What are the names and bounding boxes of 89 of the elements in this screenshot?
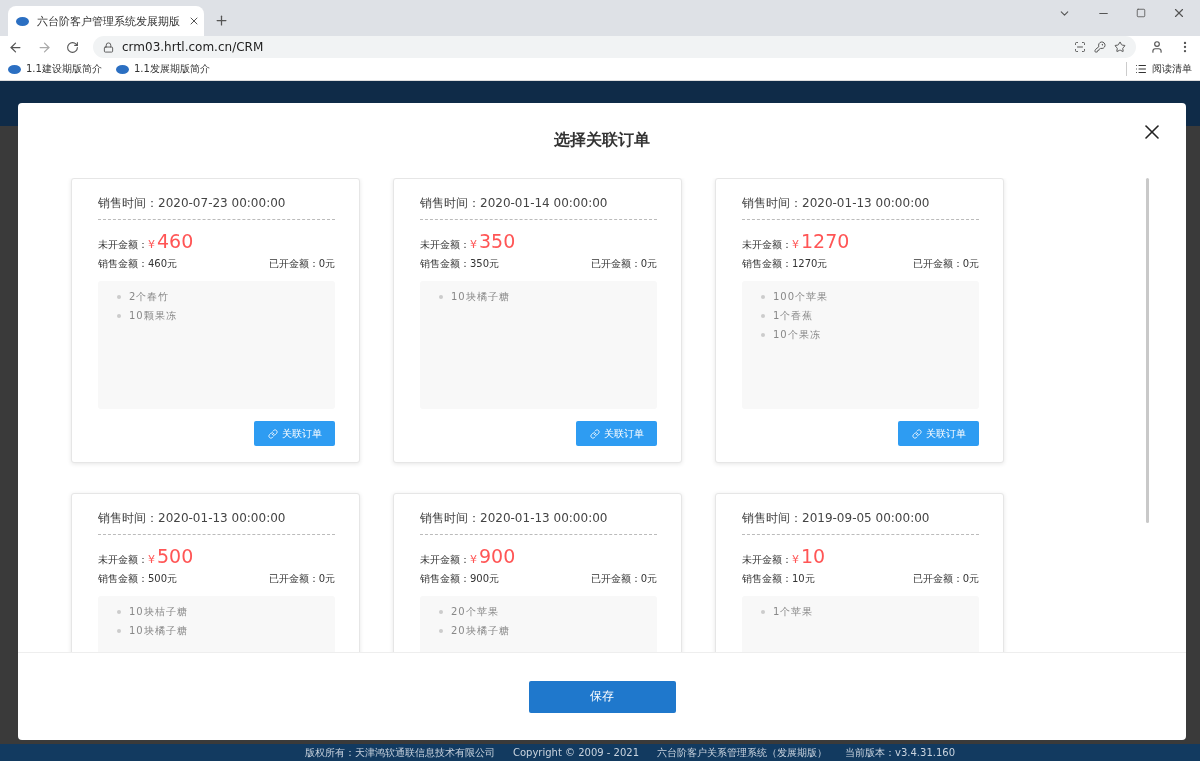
bullet-icon bbox=[117, 629, 121, 633]
sale-time: 销售时间：2020-01-13 00:00:00 bbox=[98, 510, 335, 535]
save-button[interactable]: 保存 bbox=[528, 680, 676, 713]
currency-symbol: ¥ bbox=[792, 553, 799, 566]
sale-time: 销售时间：2020-01-13 00:00:00 bbox=[420, 510, 657, 535]
sale-time: 销售时间：2019-09-05 00:00:00 bbox=[742, 510, 979, 535]
bullet-icon bbox=[761, 295, 765, 299]
bullet-icon bbox=[117, 610, 121, 614]
reading-list[interactable]: 阅读清单 bbox=[1126, 62, 1192, 76]
logo-icon bbox=[16, 16, 29, 26]
scrollbar[interactable] bbox=[1146, 178, 1149, 523]
currency-symbol: ¥ bbox=[470, 238, 477, 251]
bookmark[interactable]: 1.1发展期版简介 bbox=[115, 62, 210, 76]
sale-time: 销售时间：2020-01-14 00:00:00 bbox=[420, 195, 657, 220]
list-icon bbox=[1135, 63, 1147, 75]
logo-icon bbox=[115, 64, 129, 74]
sale-time: 销售时间：2020-01-13 00:00:00 bbox=[742, 195, 979, 220]
invoiced-amount: 已开金额：0元 bbox=[268, 257, 335, 271]
tab-title: 六台阶客户管理系统发展期版 bbox=[37, 13, 180, 29]
link-icon bbox=[589, 428, 600, 439]
bullet-icon bbox=[117, 314, 121, 318]
footer-text: 版权所有：天津鸿软通联信息技术有限公司 bbox=[304, 745, 495, 760]
unpaid-label: 未开金额： bbox=[98, 553, 148, 567]
unpaid-amount: 460 bbox=[157, 230, 194, 252]
order-item: 10个果冻 bbox=[773, 328, 821, 342]
order-item: 1个苹果 bbox=[773, 605, 814, 619]
link-icon bbox=[267, 428, 278, 439]
unpaid-amount: 1270 bbox=[801, 230, 850, 252]
order-item: 10颗果冻 bbox=[129, 309, 177, 323]
sale-time: 销售时间：2020-07-23 00:00:00 bbox=[98, 195, 335, 220]
logo-icon bbox=[8, 64, 21, 74]
unpaid-amount: 10 bbox=[801, 545, 826, 567]
lock-icon bbox=[103, 41, 114, 53]
bullet-icon bbox=[439, 610, 443, 614]
plus-icon[interactable] bbox=[214, 13, 229, 28]
order-item: 20个苹果 bbox=[451, 605, 499, 619]
sales-amount: 销售金额：350元 bbox=[420, 257, 500, 271]
currency-symbol: ¥ bbox=[792, 238, 799, 251]
invoiced-amount: 已开金额：0元 bbox=[590, 257, 657, 271]
order-item: 10块橘子糖 bbox=[451, 290, 510, 304]
close-icon[interactable] bbox=[188, 15, 200, 27]
bullet-icon bbox=[761, 610, 765, 614]
currency-symbol: ¥ bbox=[470, 553, 477, 566]
dialog-title: 选择关联订单 bbox=[554, 130, 650, 151]
unpaid-label: 未开金额： bbox=[742, 238, 792, 252]
bullet-icon bbox=[761, 333, 765, 337]
footer-text: 当前版本：v3.4.31.160 bbox=[845, 745, 956, 760]
invoiced-amount: 已开金额：0元 bbox=[912, 572, 979, 586]
order-item: 10块桔子糖 bbox=[129, 605, 188, 619]
sales-amount: 销售金额：10元 bbox=[742, 572, 815, 586]
order-item: 100个苹果 bbox=[773, 290, 829, 304]
bookmark[interactable]: 1.1建设期版简介 bbox=[8, 62, 102, 76]
address-bar[interactable]: crm03.hrtl.com.cn/CRM bbox=[93, 36, 1136, 58]
sales-amount: 销售金额：1270元 bbox=[742, 257, 828, 271]
order-item: 1个香蕉 bbox=[773, 309, 814, 323]
reload-icon[interactable] bbox=[66, 40, 79, 54]
unpaid-amount: 350 bbox=[479, 230, 516, 252]
profile-icon[interactable] bbox=[1150, 40, 1164, 54]
invoiced-amount: 已开金额：0元 bbox=[590, 572, 657, 586]
unpaid-label: 未开金额： bbox=[420, 553, 470, 567]
currency-symbol: ¥ bbox=[148, 553, 155, 566]
unpaid-label: 未开金额： bbox=[742, 553, 792, 567]
sales-amount: 销售金额：900元 bbox=[420, 572, 500, 586]
link-icon bbox=[911, 428, 922, 439]
back-icon[interactable] bbox=[8, 39, 23, 55]
unpaid-amount: 900 bbox=[479, 545, 516, 567]
star-icon[interactable] bbox=[1114, 41, 1126, 53]
bullet-icon bbox=[117, 295, 121, 299]
order-item: 10块橘子糖 bbox=[129, 624, 188, 638]
footer-text: 六台阶客户关系管理系统（发展期版） bbox=[657, 745, 828, 760]
key-icon[interactable] bbox=[1094, 41, 1106, 53]
footer-text: Copyright © 2009 - 2021 bbox=[512, 747, 640, 758]
order-item: 20块橘子糖 bbox=[451, 624, 510, 638]
maximize-icon[interactable] bbox=[1136, 8, 1146, 18]
bullet-icon bbox=[439, 629, 443, 633]
bullet-icon bbox=[439, 295, 443, 299]
currency-symbol: ¥ bbox=[148, 238, 155, 251]
browser-tab[interactable]: 六台阶客户管理系统发展期版 bbox=[8, 6, 204, 36]
unpaid-label: 未开金额： bbox=[420, 238, 470, 252]
bullet-icon bbox=[761, 314, 765, 318]
unpaid-amount: 500 bbox=[157, 545, 194, 567]
invoiced-amount: 已开金额：0元 bbox=[912, 257, 979, 271]
sales-amount: 销售金额：500元 bbox=[98, 572, 178, 586]
unpaid-label: 未开金额： bbox=[98, 238, 148, 252]
url-text: crm03.hrtl.com.cn/CRM bbox=[122, 40, 264, 54]
order-item: 2个春竹 bbox=[129, 290, 170, 304]
close-icon[interactable] bbox=[1172, 6, 1186, 20]
invoiced-amount: 已开金额：0元 bbox=[268, 572, 335, 586]
sales-amount: 销售金额：460元 bbox=[98, 257, 178, 271]
